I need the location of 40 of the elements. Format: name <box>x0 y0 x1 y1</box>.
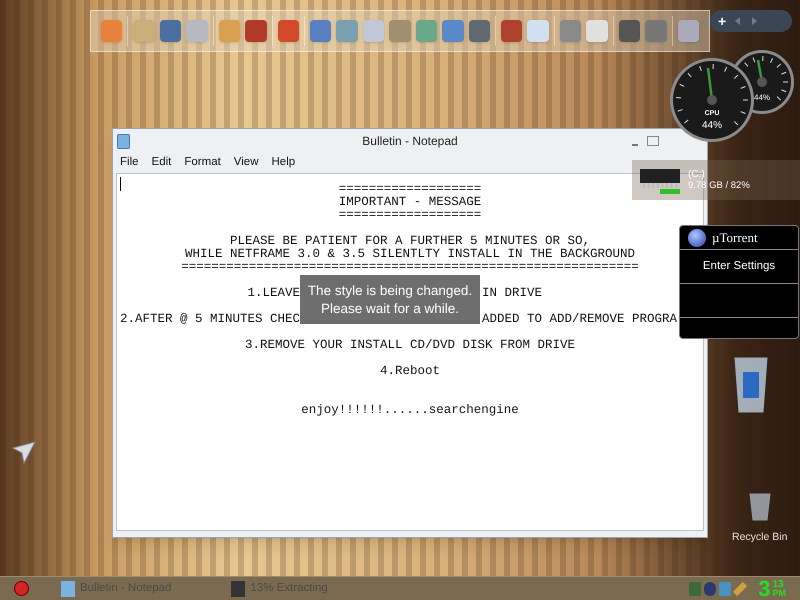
clock-minute: 13 <box>772 580 785 588</box>
text-line: WHILE NETFRAME 3.0 & 3.5 SILENTLTY INSTALL IN THE BACKGROUND <box>184 248 636 261</box>
text-line: PLEASE BE PATIENT FOR A FURTHER 5 MINUTES OR SO, <box>230 235 590 248</box>
drive-label: (C:) <box>688 169 706 180</box>
gauge-reading: 44% <box>754 92 770 104</box>
text-line: ADDED TO ADD/REMOVE PROGRA <box>482 313 678 326</box>
maximize-button[interactable] <box>647 136 659 146</box>
gauge-reading: 44% <box>702 119 722 133</box>
notice-text: The style is being changed. <box>308 282 472 300</box>
text-line: =================== <box>338 183 482 196</box>
text-line: 4.Reboot <box>380 365 440 378</box>
text-line: 2.AFTER @ 5 MINUTES CHEC <box>120 313 300 326</box>
drive-usage: 9.78 GB / 82% <box>688 180 750 191</box>
text-line: =================== <box>338 209 482 222</box>
add-button[interactable]: + <box>718 14 726 28</box>
start-orb-icon[interactable] <box>14 581 29 596</box>
globe-icon <box>688 228 706 246</box>
text-line: 1.LEAVE <box>247 287 300 300</box>
gadget-title: µTorrent <box>712 228 758 247</box>
menu-item[interactable]: Edit <box>152 154 172 172</box>
menu-item[interactable]: Format <box>184 154 221 172</box>
text-line: IMPORTANT - MESSAGE <box>338 196 482 209</box>
text-line: ============================================================= <box>181 261 639 274</box>
paper-plane-icon <box>12 440 36 464</box>
clock-ampm: PM <box>772 588 786 598</box>
text-line: enjoy!!!!!!......searchengine <box>301 404 519 417</box>
menu-item[interactable]: File <box>120 154 139 172</box>
menu-item[interactable]: View <box>234 154 258 172</box>
window-title: Bulletin - Notepad <box>362 133 458 150</box>
right-arrow-icon[interactable] <box>750 17 758 25</box>
recycle-bin-icon[interactable] <box>748 492 772 522</box>
left-arrow-icon[interactable] <box>734 17 742 25</box>
clock-hour: 3 <box>758 578 770 600</box>
settings-link[interactable]: Enter Settings <box>680 250 798 284</box>
text-cursor <box>120 177 121 191</box>
notice-text: Please wait for a while. <box>320 300 460 318</box>
text-line: 3.REMOVE YOUR INSTALL CD/DVD DISK FROM DRIVE <box>244 339 576 352</box>
text-line: IN DRIVE <box>482 287 542 300</box>
menu-item[interactable]: Help <box>272 154 296 172</box>
icon-label: Recycle Bin <box>732 530 788 545</box>
